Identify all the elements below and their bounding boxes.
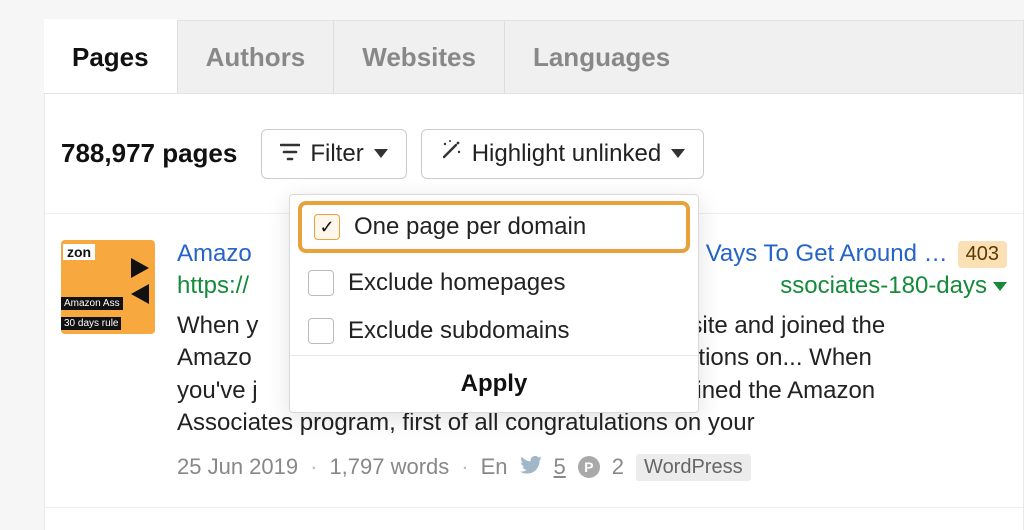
platform-tag: WordPress — [636, 454, 751, 481]
tab-authors[interactable]: Authors — [178, 21, 335, 93]
tabs-bar: Pages Authors Websites Languages — [44, 20, 1024, 94]
magic-wand-icon — [440, 139, 462, 168]
separator-dot: · — [461, 454, 468, 480]
chevron-down-icon — [671, 149, 685, 158]
filter-button-label: Filter — [310, 140, 363, 168]
twitter-icon[interactable] — [520, 454, 542, 480]
checkbox-icon — [308, 318, 334, 344]
toolbar: 788,977 pages Filter Highlight unlinked … — [45, 94, 1023, 214]
result-meta: 25 Jun 2019 · 1,797 words · En 5 P 2 Wor… — [177, 454, 1007, 481]
arrow-left-icon — [131, 284, 149, 304]
filter-popover: ✓ One page per domain Exclude homepages … — [289, 194, 699, 413]
tab-languages[interactable]: Languages — [505, 21, 698, 93]
result-title-link[interactable]: Amazo — [177, 240, 252, 268]
separator-dot: · — [310, 454, 317, 480]
filter-icon — [280, 140, 300, 168]
filter-button[interactable]: Filter — [261, 129, 406, 179]
highlight-unlinked-button[interactable]: Highlight unlinked — [421, 129, 704, 179]
filter-option-label: Exclude homepages — [348, 269, 565, 297]
pinterest-icon[interactable]: P — [578, 456, 600, 478]
checkbox-checked-icon: ✓ — [314, 214, 340, 240]
filter-option-label: One page per domain — [354, 213, 586, 241]
tab-pages[interactable]: Pages — [44, 19, 178, 93]
thumb-text: 30 days rule — [61, 317, 121, 330]
thumb-text: Amazon Ass — [61, 297, 123, 310]
thumb-text: zon — [63, 244, 95, 260]
apply-button[interactable]: Apply — [290, 355, 698, 412]
checkbox-icon — [308, 270, 334, 296]
arrow-right-icon — [131, 258, 149, 278]
result-date: 25 Jun 2019 — [177, 454, 298, 480]
result-url[interactable]: https:// — [177, 272, 249, 300]
filter-option-exclude-homepages[interactable]: Exclude homepages — [290, 259, 698, 307]
tab-websites[interactable]: Websites — [334, 21, 505, 93]
filter-option-exclude-subdomains[interactable]: Exclude subdomains — [290, 307, 698, 355]
result-wordcount: 1,797 words — [329, 454, 449, 480]
pinterest-count[interactable]: 2 — [612, 454, 624, 480]
result-thumbnail[interactable]: zon Amazon Ass 30 days rule — [61, 240, 155, 334]
content-area: 788,977 pages Filter Highlight unlinked … — [44, 94, 1024, 530]
filter-option-one-per-domain[interactable]: ✓ One page per domain — [298, 201, 690, 253]
chevron-down-icon[interactable] — [993, 282, 1007, 291]
twitter-count[interactable]: 5 — [554, 454, 566, 480]
filter-option-label: Exclude subdomains — [348, 317, 569, 345]
status-badge: 403 — [958, 241, 1007, 268]
result-title-suffix[interactable]: Vays To Get Around … — [706, 240, 948, 268]
chevron-down-icon — [374, 149, 388, 158]
result-count: 788,977 pages — [61, 138, 237, 169]
highlight-button-label: Highlight unlinked — [472, 140, 661, 168]
result-language: En — [481, 454, 508, 480]
result-url-suffix[interactable]: ssociates-180-days — [780, 272, 987, 300]
